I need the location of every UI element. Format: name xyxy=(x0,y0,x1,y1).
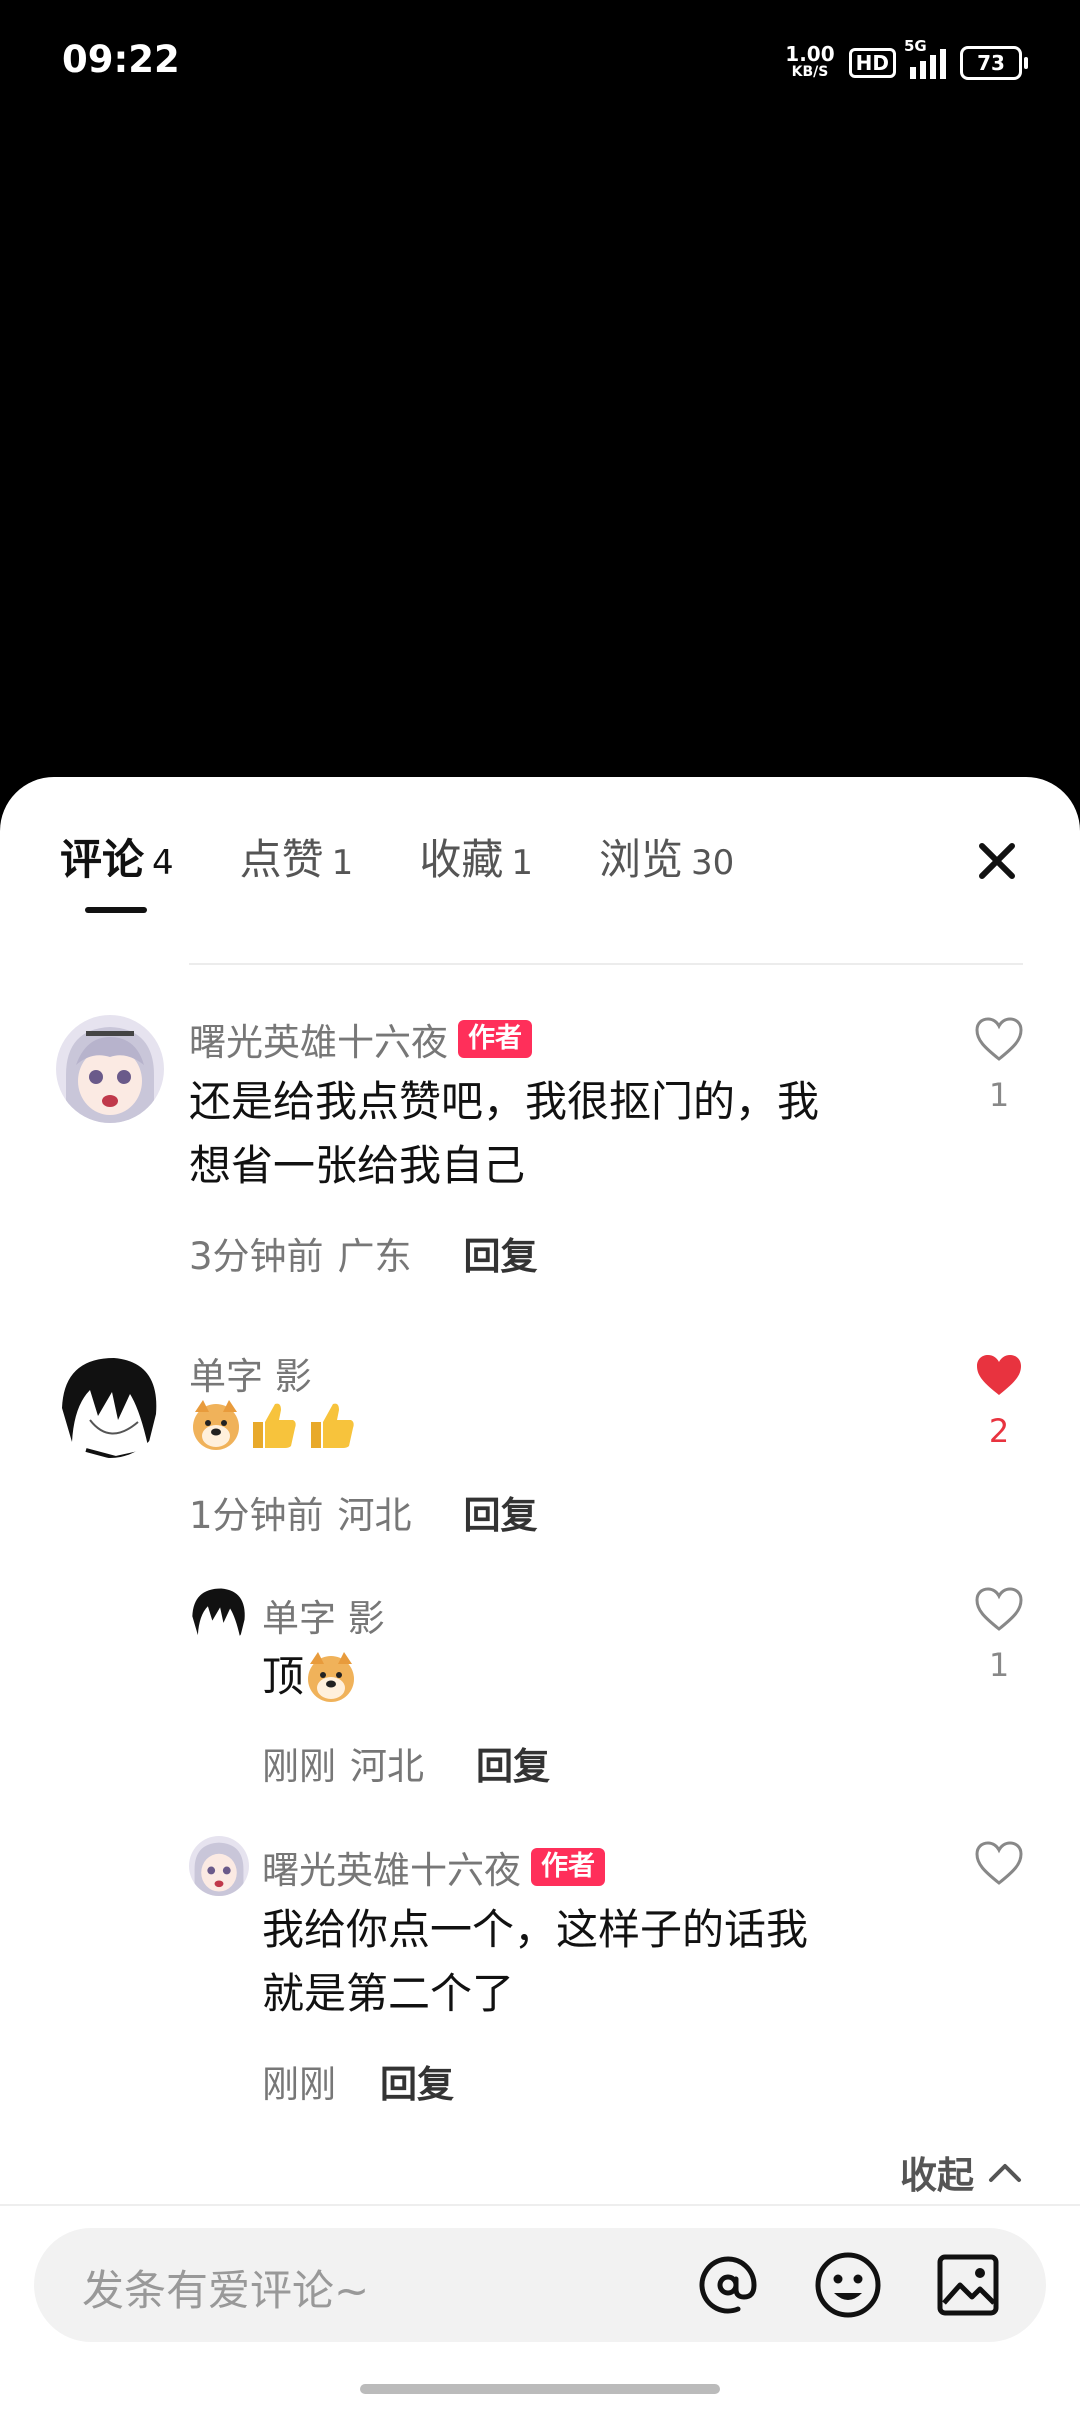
avatar[interactable] xyxy=(56,1015,164,1123)
author-badge: 作者 xyxy=(531,1848,605,1886)
tab-likes[interactable]: 点赞 1 xyxy=(240,826,354,887)
tab-bar: 评论 4 点赞 1 收藏 1 浏览 30 xyxy=(60,826,800,887)
reply-text: 我给你点一个，这样子的话我 就是第二个了 xyxy=(262,1905,809,2018)
comment-text xyxy=(189,1398,359,1456)
like-count: 2 xyxy=(988,1412,1010,1450)
emoji-icon[interactable] xyxy=(812,2249,884,2321)
divider xyxy=(189,963,1023,965)
battery-icon: 73 xyxy=(960,46,1028,80)
avatar[interactable] xyxy=(189,1584,249,1644)
thumbs-up-emoji xyxy=(253,1403,296,1448)
reply-text: 顶 xyxy=(262,1645,358,1709)
reply-author[interactable]: 单字 影 xyxy=(262,1588,385,1642)
like-button[interactable] xyxy=(972,1840,1026,1890)
author-badge: 作者 xyxy=(458,1020,532,1058)
heart-icon xyxy=(975,1017,1023,1061)
comment-author[interactable]: 单字 影 xyxy=(189,1346,312,1400)
like-count: 1 xyxy=(988,1646,1010,1684)
image-icon[interactable] xyxy=(932,2249,1004,2321)
reply-button[interactable]: 回复 xyxy=(380,2054,454,2108)
avatar[interactable] xyxy=(56,1350,164,1458)
thumbs-up-emoji xyxy=(311,1403,354,1448)
like-button[interactable]: 2 xyxy=(972,1352,1026,1450)
active-tab-indicator xyxy=(85,907,147,913)
reply-button[interactable]: 回复 xyxy=(464,1485,538,1539)
reply-meta: 刚刚 回复 xyxy=(262,2054,454,2108)
like-button[interactable]: 1 xyxy=(972,1016,1026,1114)
reply-button[interactable]: 回复 xyxy=(464,1226,538,1280)
tab-comments[interactable]: 评论 4 xyxy=(60,826,174,887)
comment-author[interactable]: 曙光英雄十六夜 作者 xyxy=(189,1012,532,1066)
doge-emoji xyxy=(193,1400,239,1450)
signal-icon: 5G xyxy=(904,37,946,79)
hd-icon: HD xyxy=(848,48,896,78)
heart-icon xyxy=(975,1587,1023,1631)
comment-text: 还是给我点赞吧，我很抠门的，我 想省一张给我自己 xyxy=(189,1077,820,1190)
doge-emoji xyxy=(308,1652,355,1702)
tab-views[interactable]: 浏览 30 xyxy=(599,826,734,887)
heart-icon xyxy=(975,1841,1023,1885)
close-icon[interactable] xyxy=(974,838,1020,884)
avatar[interactable] xyxy=(189,1836,249,1896)
like-button[interactable]: 1 xyxy=(972,1586,1026,1684)
reply-author[interactable]: 曙光英雄十六夜 作者 xyxy=(262,1840,605,1894)
reply-meta: 刚刚 河北 回复 xyxy=(262,1736,550,1790)
comment-meta: 3分钟前 广东 回复 xyxy=(189,1226,538,1280)
status-icons: 1.00 KB/S HD 5G 73 xyxy=(785,37,1028,88)
net-speed: 1.00 KB/S xyxy=(785,42,835,80)
tab-favorites[interactable]: 收藏 1 xyxy=(419,826,533,887)
reply-button[interactable]: 回复 xyxy=(476,1736,550,1790)
at-icon[interactable] xyxy=(692,2249,764,2321)
status-time: 09:22 xyxy=(62,38,180,81)
collapse-replies-button[interactable]: 收起 xyxy=(900,2145,1022,2199)
like-count: 1 xyxy=(988,1076,1010,1114)
comment-input-placeholder: 发条有爱评论~ xyxy=(82,2266,370,2315)
home-indicator[interactable] xyxy=(360,2384,720,2394)
comment-meta: 1分钟前 河北 回复 xyxy=(189,1485,538,1539)
heart-filled-icon xyxy=(977,1355,1021,1395)
chevron-up-icon xyxy=(989,2164,1021,2182)
